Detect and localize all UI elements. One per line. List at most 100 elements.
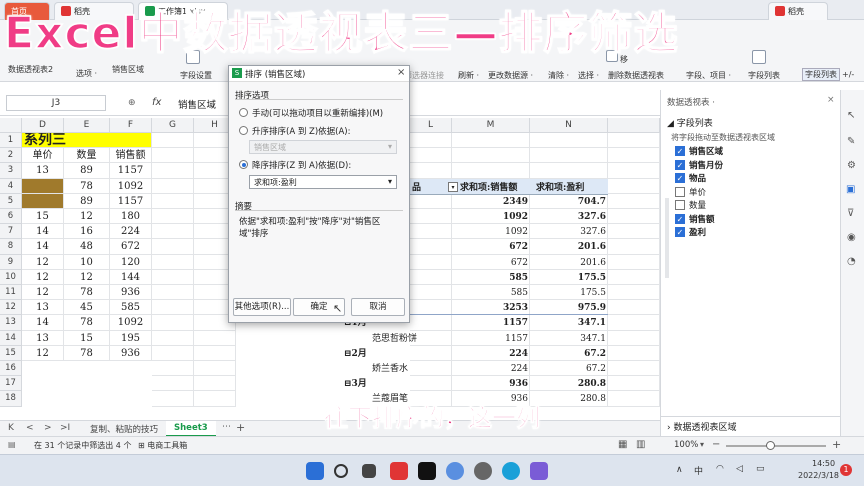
select-all-corner[interactable] (0, 118, 22, 133)
row-header[interactable]: 16 (0, 361, 22, 377)
manual-sort-label[interactable]: 手动(可以拖动项目以重新编排)(M) (252, 107, 383, 119)
header-cell[interactable]: 销售额 (110, 148, 152, 164)
zoom-menu-icon[interactable]: ▾ (700, 440, 704, 449)
empty-cell[interactable] (608, 376, 660, 392)
empty-cell[interactable] (608, 178, 660, 194)
field-label[interactable]: 物品 (689, 172, 706, 184)
chart-tool-icon[interactable]: ◔ (847, 256, 856, 267)
table-cell[interactable]: 13 (22, 163, 64, 179)
row-header[interactable]: 6 (0, 209, 22, 225)
descending-sort-label[interactable]: 降序排序(Z 到 A)依据(D): (252, 159, 351, 171)
empty-cell[interactable] (152, 209, 194, 225)
empty-cell[interactable] (608, 300, 660, 316)
pivot-profit-value[interactable]: 201.6 (530, 240, 606, 254)
empty-cell[interactable] (608, 239, 660, 255)
table-cell[interactable]: 1157 (110, 193, 152, 209)
table-cell[interactable]: 15 (64, 330, 110, 346)
column-header[interactable]: L (410, 118, 452, 133)
pivot-sales-value[interactable]: 585 (452, 271, 528, 285)
volume-icon[interactable]: ◁ (736, 464, 743, 474)
empty-cell[interactable] (452, 163, 530, 179)
empty-cell[interactable] (152, 224, 194, 240)
name-box[interactable]: J3 (6, 95, 106, 111)
pivot-sales-value[interactable]: 1157 (452, 332, 528, 346)
field-item-button[interactable]: 字段、项目 · (686, 70, 731, 81)
empty-cell[interactable] (152, 269, 194, 285)
formula-value[interactable]: 销售区域 (178, 97, 216, 111)
browser-icon[interactable] (502, 462, 520, 480)
field-label[interactable]: 单价 (689, 186, 706, 198)
empty-cell[interactable] (608, 285, 660, 301)
pivot-profit-value[interactable]: 67.2 (530, 347, 606, 361)
row-header[interactable]: 1 (0, 133, 22, 149)
row-header[interactable]: 17 (0, 376, 22, 392)
empty-cell[interactable] (608, 345, 660, 361)
table-cell[interactable]: 45 (64, 300, 110, 316)
plus-minus-button[interactable]: +/- (842, 70, 854, 79)
empty-cell[interactable] (410, 300, 452, 316)
table-cell[interactable]: 195 (110, 330, 152, 346)
normal-view-icon[interactable]: ▦ (618, 439, 627, 450)
column-header[interactable]: G (152, 118, 194, 133)
ime-language[interactable]: 中 (694, 464, 703, 477)
empty-cell[interactable] (608, 315, 660, 331)
empty-cell[interactable] (410, 148, 452, 164)
table-cell[interactable]: 12 (22, 345, 64, 361)
field-label[interactable]: 销售区域 (689, 145, 723, 157)
empty-cell[interactable] (608, 254, 660, 270)
zoom-in-icon[interactable]: + (832, 438, 841, 451)
pivot-sales-value[interactable]: 224 (452, 362, 528, 376)
empty-cell[interactable] (608, 193, 660, 209)
empty-cell[interactable] (152, 315, 194, 331)
windows-start-icon[interactable] (306, 462, 324, 480)
app-icon[interactable] (446, 462, 464, 480)
table-cell[interactable]: 89 (64, 193, 110, 209)
field-list-heading[interactable]: ◢ 字段列表 (667, 116, 713, 129)
table-cell[interactable]: 15 (22, 209, 64, 225)
pivot-profit-value[interactable]: 327.6 (530, 210, 606, 224)
table-cell[interactable]: 12 (64, 209, 110, 225)
empty-cell[interactable] (152, 376, 194, 392)
empty-cell[interactable] (452, 148, 530, 164)
title-cell[interactable]: 系列三 (22, 133, 152, 149)
table-cell[interactable]: 14 (22, 239, 64, 255)
pivot-row-label[interactable]: ⊟3月 (344, 377, 444, 391)
zoom-level[interactable]: 100% (674, 440, 698, 450)
more-options-button[interactable]: 其他选项(R)... (233, 298, 291, 316)
column-header[interactable] (608, 118, 660, 133)
pivot-profit-value[interactable]: 975.9 (530, 301, 606, 315)
select-tool-icon[interactable]: ↖ (847, 110, 855, 121)
table-cell[interactable]: 13 (22, 300, 64, 316)
empty-cell[interactable] (608, 224, 660, 240)
cancel-button[interactable]: 取消 (351, 298, 405, 316)
field-checkbox[interactable]: ✓ (675, 173, 685, 183)
table-cell[interactable]: 12 (22, 254, 64, 270)
settings-tool-icon[interactable]: ⚙ (847, 160, 856, 171)
table-cell[interactable]: 89 (64, 163, 110, 179)
table-cell[interactable]: 10 (64, 254, 110, 270)
app-icon[interactable] (530, 462, 548, 480)
column-header[interactable]: M (452, 118, 530, 133)
table-cell[interactable]: 14 (22, 224, 64, 240)
table-cell[interactable]: 78 (64, 178, 110, 194)
pivot-sales-value[interactable]: 672 (452, 256, 528, 270)
field-checkbox[interactable] (675, 200, 685, 210)
descending-sort-radio[interactable] (239, 160, 248, 169)
field-label[interactable]: 盈利 (689, 226, 706, 238)
row-header[interactable]: 3 (0, 163, 22, 179)
zoom-out-icon[interactable]: − (712, 439, 720, 450)
style-tool-icon[interactable]: ✎ (847, 136, 855, 147)
pivot-tool-icon[interactable]: ▣ (846, 184, 855, 195)
empty-cell[interactable] (608, 148, 660, 164)
field-settings-button[interactable]: 字段设置 (180, 70, 212, 81)
empty-cell[interactable] (152, 148, 194, 164)
empty-cell[interactable] (152, 361, 194, 377)
filter-tool-icon[interactable]: ⊽ (847, 208, 854, 219)
empty-cell[interactable] (530, 163, 608, 179)
location-tool-icon[interactable]: ◉ (847, 232, 856, 243)
zoom-slider-handle[interactable] (766, 441, 775, 450)
pivot-profit-value[interactable]: 347.1 (530, 332, 606, 346)
table-cell[interactable]: 120 (110, 254, 152, 270)
table-cell[interactable]: 78 (64, 315, 110, 331)
empty-cell[interactable] (410, 163, 452, 179)
